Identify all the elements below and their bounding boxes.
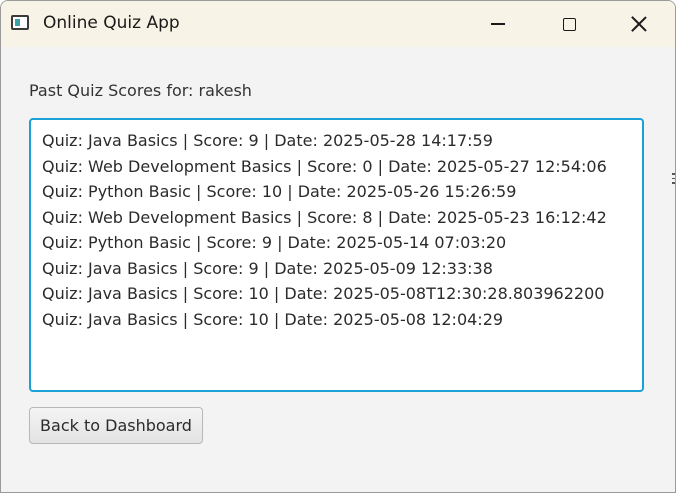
score-line: Quiz: Python Basic | Score: 9 | Date: 20… <box>42 233 507 252</box>
score-line: Quiz: Java Basics | Score: 9 | Date: 202… <box>42 131 493 150</box>
close-icon <box>630 15 648 33</box>
back-to-dashboard-button[interactable]: Back to Dashboard <box>29 407 203 444</box>
minimize-button[interactable] <box>475 1 521 47</box>
window-title: Online Quiz App <box>43 13 180 33</box>
score-line: Quiz: Java Basics | Score: 9 | Date: 202… <box>42 258 493 278</box>
score-line: Quiz: Java Basics | Score: 10 | Date: 20… <box>42 284 605 303</box>
score-line: Quiz: Java Basics | Score: 10 | Date: 20… <box>42 309 504 329</box>
score-line: Quiz: Web Development Basics | Score: 8 … <box>42 207 607 227</box>
app-window-icon <box>11 15 29 30</box>
score-line: Quiz: Web Development Basics | Score: 0 … <box>42 156 607 176</box>
title-bar[interactable]: Online Quiz App <box>1 1 675 47</box>
close-button[interactable] <box>616 1 662 47</box>
scores-text-area[interactable]: Quiz: Java Basics | Score: 9 | Date: 202… <box>29 118 644 392</box>
maximize-button[interactable] <box>546 1 592 47</box>
app-window: Online Quiz App Past Quiz Scores for: ra… <box>0 0 676 493</box>
minimize-icon <box>491 23 505 25</box>
maximize-icon <box>562 17 576 31</box>
resize-grip-icon[interactable] <box>672 173 675 187</box>
app-icon-accent <box>15 19 20 26</box>
page-heading: Past Quiz Scores for: rakesh <box>29 81 252 100</box>
score-line: Quiz: Python Basic | Score: 10 | Date: 2… <box>42 182 517 201</box>
